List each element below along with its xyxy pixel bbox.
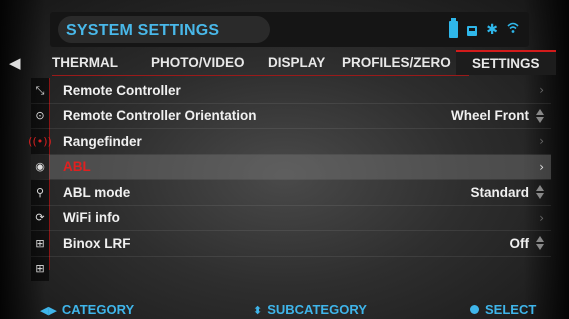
tab-profiles-zero[interactable]: PROFILES/ZERO [342, 51, 451, 74]
select-dot-icon [470, 305, 479, 314]
up-down-icon[interactable] [536, 236, 545, 251]
tab-photo-video[interactable]: PHOTO/VIDEO [151, 51, 245, 74]
footer-subcategory: ⬍ SUBCATEGORY [253, 302, 367, 317]
chevron-right-icon: › [539, 210, 544, 225]
footer-hints: ◀▶ CATEGORY ⬍ SUBCATEGORY SELECT [0, 300, 569, 319]
chevron-right-icon: › [539, 83, 544, 98]
device-screen: SYSTEM SETTINGS ✱ ◀ THERMAL PHOTO/VIDEO … [0, 0, 569, 319]
tab-display[interactable]: DISPLAY [268, 51, 325, 74]
tab-thermal[interactable]: THERMAL [52, 51, 118, 74]
list-item-label: Rangefinder [63, 133, 142, 149]
bluetooth-icon: ✱ [486, 21, 498, 38]
list-item-label: ABL [63, 159, 91, 175]
refresh-icon: ⟳ [35, 211, 45, 225]
chip-icon: ⊞ [35, 262, 45, 276]
tab-settings[interactable]: SETTINGS [456, 50, 556, 75]
footer-select: SELECT [470, 302, 536, 317]
chip-icon: ⊞ [35, 236, 45, 250]
list-item-label: ABL mode [63, 184, 131, 200]
list-item-label: Binox LRF [63, 235, 131, 251]
list-item-value: Wheel Front [451, 108, 529, 124]
wifi-icon [507, 22, 519, 37]
list-item-abl-mode[interactable]: ⚲ ABL mode Standard [31, 180, 551, 205]
sd-card-icon [467, 26, 478, 36]
list-item-value: Off [509, 235, 530, 251]
orientation-icon: ⊙ [35, 109, 45, 123]
tab-bar: THERMAL PHOTO/VIDEO DISPLAY PROFILES/ZER… [52, 50, 556, 76]
chevron-right-icon: › [539, 159, 544, 174]
status-icons: ✱ [449, 18, 519, 38]
list-item-remote-controller[interactable]: ⤡ Remote Controller › [31, 78, 551, 103]
remote-controller-icon: ⤡ [35, 83, 45, 97]
footer-category: ◀▶ CATEGORY [40, 302, 135, 317]
list-item-rangefinder[interactable]: ((•)) Rangefinder › [28, 129, 551, 154]
tab-underline [52, 75, 469, 76]
page-title: SYSTEM SETTINGS [66, 22, 220, 39]
back-arrow-icon[interactable]: ◀ [9, 54, 21, 72]
settings-list: ⤡ Remote Controller › ⊙ Remote Controlle… [28, 78, 551, 281]
list-item-binox-lrf[interactable]: ⊞ Binox LRF Off [31, 231, 551, 256]
header-bar: SYSTEM SETTINGS ✱ [50, 12, 529, 47]
list-item-empty[interactable]: ⊞ [31, 256, 551, 281]
rangefinder-icon: ((•)) [28, 134, 52, 148]
battery-icon [449, 18, 459, 38]
up-down-arrows-icon: ⬍ [253, 304, 263, 317]
up-down-icon[interactable] [536, 185, 545, 200]
list-item-label: Remote Controller Orientation [63, 108, 257, 124]
list-item-label: Remote Controller [63, 82, 181, 98]
list-item-wifi-info[interactable]: ⟳ WiFi info › [31, 205, 551, 230]
chevron-right-icon: › [539, 134, 544, 149]
list-item-abl[interactable]: ◉ ABL › [31, 154, 551, 179]
list-item-remote-controller-orientation[interactable]: ⊙ Remote Controller Orientation Wheel Fr… [31, 103, 551, 128]
list-item-value: Standard [470, 184, 529, 200]
up-down-icon[interactable] [536, 108, 545, 123]
list-item-label: WiFi info [63, 210, 120, 226]
abl-icon: ◉ [35, 160, 45, 174]
search-icon: ⚲ [35, 185, 45, 199]
left-right-arrows-icon: ◀▶ [40, 304, 57, 317]
